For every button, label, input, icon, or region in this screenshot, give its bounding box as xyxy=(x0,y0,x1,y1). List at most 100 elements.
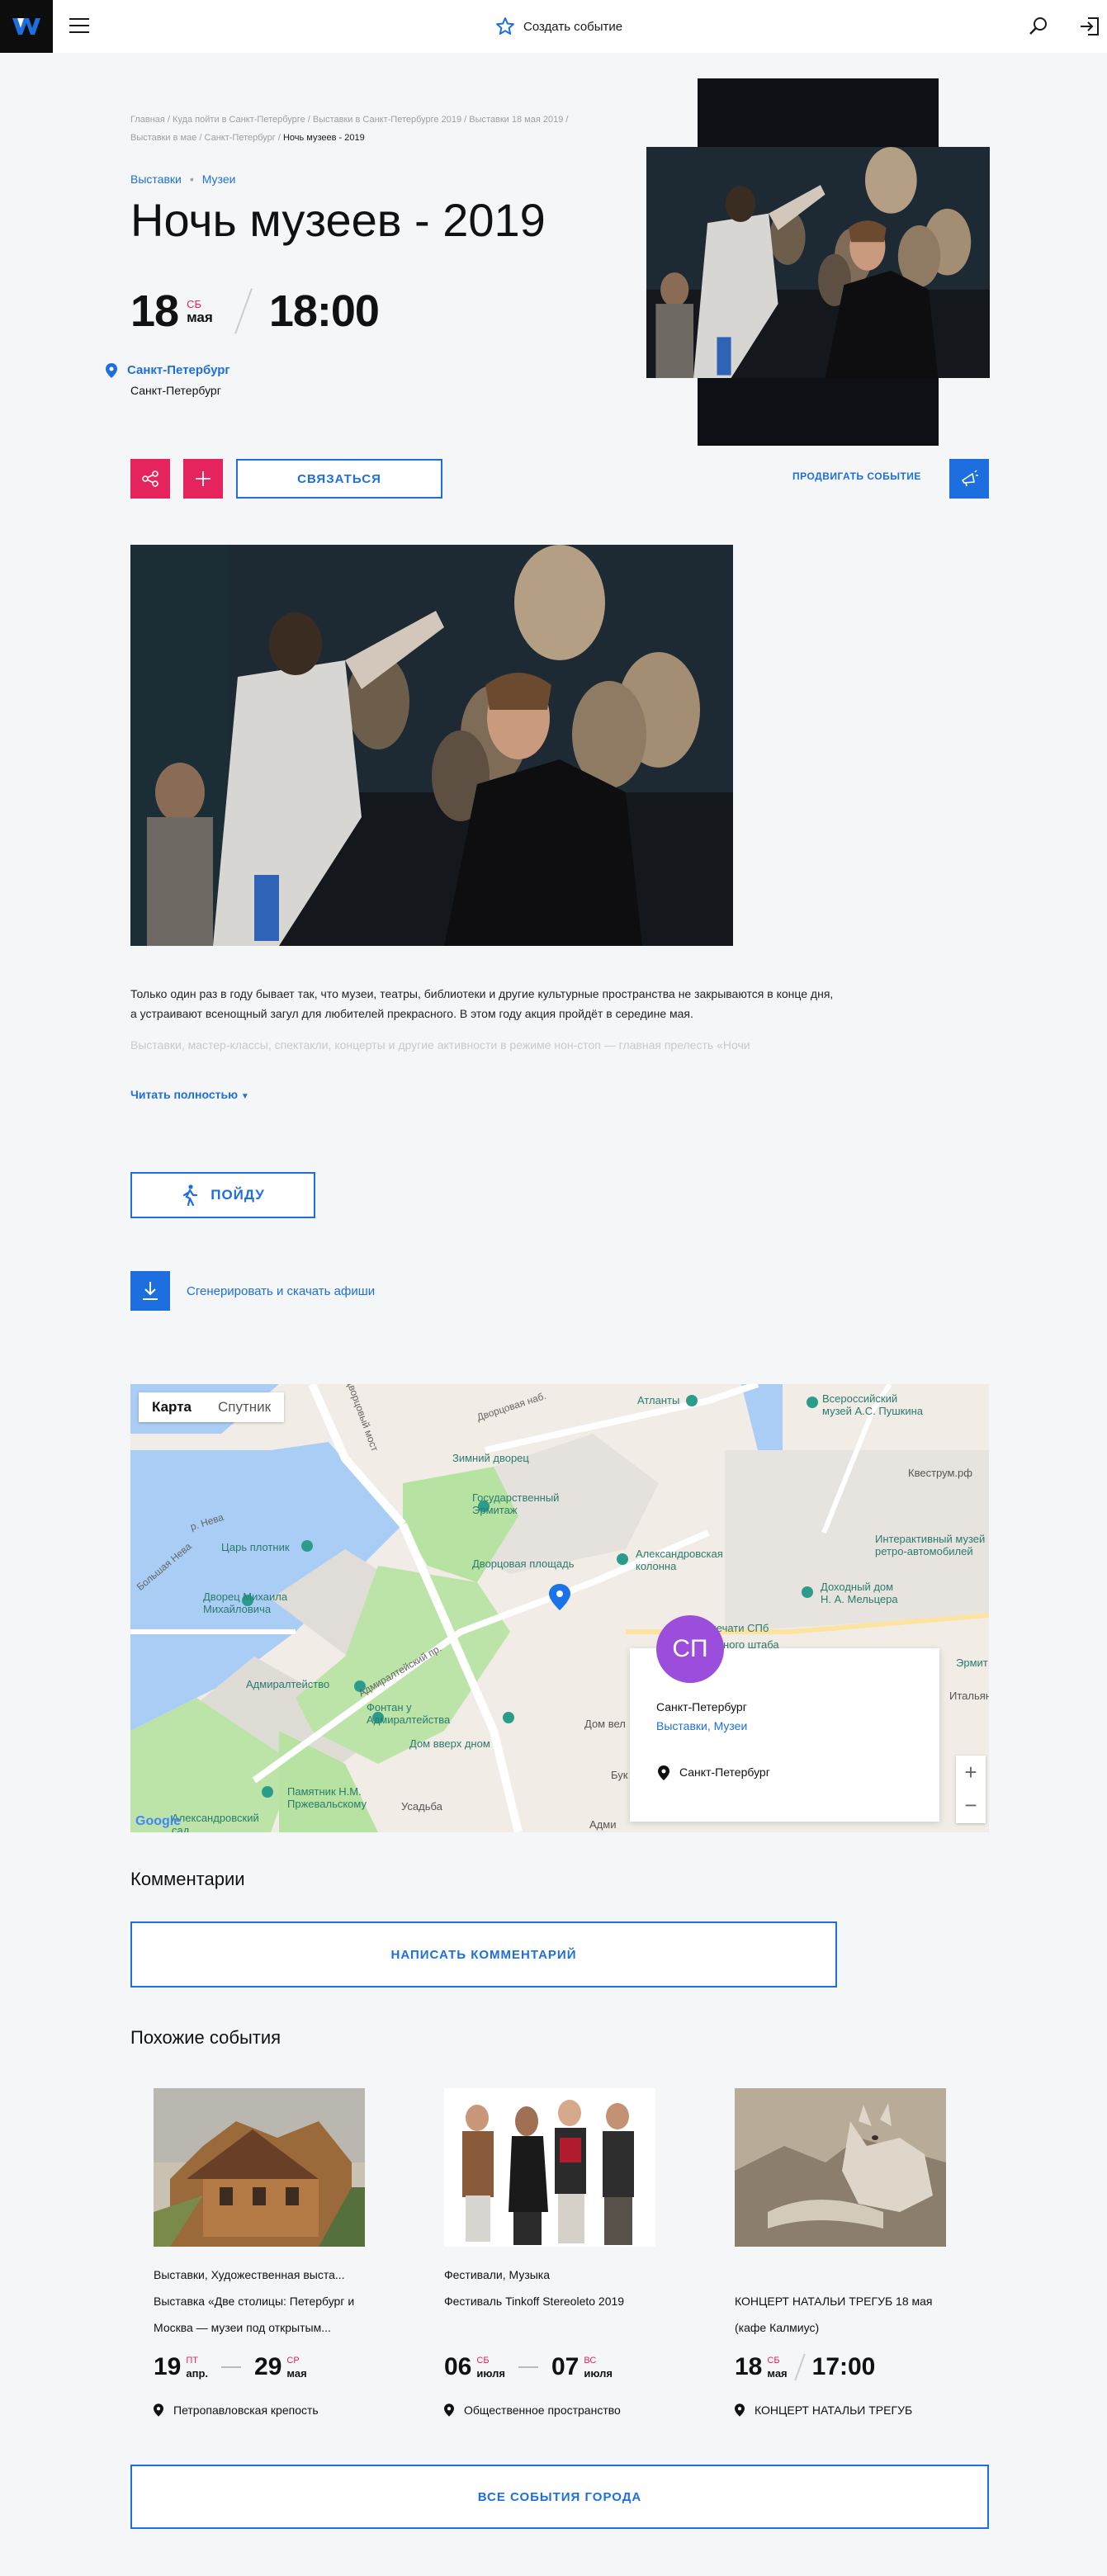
top-bar: Создать событие xyxy=(0,0,1107,53)
similar-event-place-label: КОНЦЕРТ НАТАЛЬИ ТРЕГУБ xyxy=(755,2403,913,2417)
date-range-dash xyxy=(518,2366,538,2368)
similar-event-image[interactable] xyxy=(154,2088,365,2247)
map-label: Фонтан у Адмиралтейства xyxy=(367,1701,451,1726)
map-label: Дворцовая площадь xyxy=(472,1557,575,1570)
zoom-out-button[interactable]: − xyxy=(956,1789,986,1822)
event-tags: Выставки • Музеи xyxy=(130,173,235,186)
breadcrumb-current: Ночь музеев - 2019 xyxy=(282,133,365,143)
similar-event-card[interactable]: Фестивали, Музыка Фестиваль Tinkoff Ster… xyxy=(444,2088,659,2417)
search-icon[interactable] xyxy=(1027,15,1050,38)
map-label: Адмиралтейство xyxy=(246,1678,330,1690)
breadcrumb-item[interactable]: Санкт-Петербург xyxy=(205,133,276,143)
google-logo[interactable]: Google xyxy=(135,1815,181,1828)
map-label: Зимний дворец xyxy=(452,1452,529,1464)
breadcrumb-item[interactable]: Куда пойти в Санкт-Петербурге xyxy=(173,115,305,125)
date-month: мая xyxy=(286,2367,307,2380)
breadcrumb: Главная / Куда пойти в Санкт-Петербурге … xyxy=(130,111,593,147)
event-day: 18 xyxy=(130,286,179,336)
date-weekday-month: СБ мая xyxy=(767,2354,787,2380)
drawing-image xyxy=(735,2088,946,2247)
contact-button[interactable]: СВЯЗАТЬСЯ xyxy=(236,459,442,499)
star-icon xyxy=(496,17,514,35)
promote-event-link[interactable]: ПРОДВИГАТЬ СОБЫТИЕ xyxy=(792,470,921,482)
similar-event-card[interactable]: КОНЦЕРТ НАТАЛЬИ ТРЕГУБ 18 мая (кафе Калм… xyxy=(735,2088,949,2417)
similar-event-category: Фестивали, Музыка xyxy=(444,2268,551,2281)
comments-heading: Комментарии xyxy=(130,1869,245,1889)
event-photo-thumbnail[interactable] xyxy=(646,147,990,378)
breadcrumb-item[interactable]: Выставки в мае xyxy=(130,133,196,143)
date-day: 29 xyxy=(254,2353,282,2380)
date-day: 06 xyxy=(444,2353,472,2380)
similar-event-place: Петропавловская крепость xyxy=(154,2403,368,2417)
similar-event-dates: 18 СБ мая 17:00 xyxy=(735,2349,949,2385)
similar-event-category: Выставки, Художественная выста... xyxy=(154,2268,345,2281)
tag-link[interactable]: Музеи xyxy=(202,173,236,186)
date-weekday-month: ВС июля xyxy=(584,2354,613,2380)
event-time: 18:00 xyxy=(268,286,380,336)
create-event-link[interactable]: Создать событие xyxy=(495,15,622,38)
map-card-title: Санкт-Петербург xyxy=(656,1700,747,1713)
map-type-satellite-button[interactable]: Спутник xyxy=(205,1392,284,1422)
similar-event-image[interactable] xyxy=(444,2088,655,2247)
similar-event-card[interactable]: Выставки, Художественная выста... Выстав… xyxy=(154,2088,368,2417)
breadcrumb-sep: / xyxy=(563,115,569,125)
similar-events-heading: Похожие события xyxy=(130,2027,281,2048)
map-type-map-button[interactable]: Карта xyxy=(139,1392,205,1422)
map-label: Усадьба xyxy=(401,1800,442,1813)
similar-event-title[interactable]: Фестиваль Tinkoff Stereoleto 2019 xyxy=(444,2288,660,2314)
date-month: мая xyxy=(767,2367,788,2380)
breadcrumb-item[interactable]: Главная xyxy=(130,115,165,125)
date-month: июля xyxy=(476,2367,505,2380)
read-more-link[interactable]: Читать полностью ▼ xyxy=(130,1088,249,1101)
promote-button[interactable] xyxy=(949,459,989,499)
download-poster-button[interactable] xyxy=(130,1271,170,1311)
map-label: Дом вверх дном xyxy=(409,1737,490,1750)
date-weekday-month: СБ июля xyxy=(476,2354,505,2380)
map-label: Итальянская xyxy=(949,1690,989,1702)
login-icon[interactable] xyxy=(1078,15,1101,38)
painting-image xyxy=(154,2088,365,2247)
all-city-events-button[interactable]: ВСЕ СОБЫТИЯ ГОРОДА xyxy=(130,2465,989,2529)
location-pin-icon xyxy=(106,363,117,378)
map-info-card: СП Санкт-Петербург Выставки, Музеи Санкт… xyxy=(630,1615,939,1822)
add-button[interactable] xyxy=(183,459,223,499)
create-event-label: Создать событие xyxy=(523,19,623,34)
share-button[interactable] xyxy=(130,459,170,499)
similar-event-place-label: Общественное пространство xyxy=(464,2403,621,2417)
event-city-link[interactable]: Санкт-Петербург xyxy=(127,363,230,377)
breadcrumb-item[interactable]: Выставки в Санкт-Петербурге 2019 xyxy=(313,115,461,125)
zoom-in-button[interactable]: + xyxy=(956,1756,986,1789)
event-description: Только один раз в году бывает так, что м… xyxy=(130,984,840,1055)
similar-event-title[interactable]: КОНЦЕРТ НАТАЛЬИ ТРЕГУБ 18 мая (кафе Калм… xyxy=(735,2288,951,2341)
event-main-photo[interactable] xyxy=(130,545,733,946)
tag-link[interactable]: Выставки xyxy=(130,173,182,186)
menu-burger-icon[interactable] xyxy=(69,18,89,35)
location-pin-icon xyxy=(658,1765,669,1780)
date-day: 07 xyxy=(551,2353,580,2380)
breadcrumb-sep: / xyxy=(305,115,313,125)
map-label: Дом вел xyxy=(584,1718,626,1730)
site-logo[interactable] xyxy=(0,0,53,53)
map-label: Доходный дом Н. А. Мельцера xyxy=(821,1581,898,1605)
event-map[interactable]: Карта Спутник Атланты Всероссийский музе… xyxy=(130,1384,989,1832)
tag-dot: • xyxy=(189,173,194,186)
similar-event-image[interactable] xyxy=(735,2088,946,2247)
date-divider xyxy=(793,2353,806,2381)
chevron-down-icon: ▼ xyxy=(240,1092,249,1101)
museum-photo-image xyxy=(646,147,990,378)
similar-event-title[interactable]: Выставка «Две столицы: Петербург и Москв… xyxy=(154,2288,370,2341)
breadcrumb-sep: / xyxy=(196,133,205,143)
museum-photo-image xyxy=(130,545,733,946)
date-day: 18 xyxy=(735,2353,763,2380)
date-month: апр. xyxy=(186,2367,209,2380)
map-card-address: Санкт-Петербург xyxy=(679,1765,770,1779)
go-button[interactable]: ПОЙДУ xyxy=(130,1172,315,1218)
breadcrumb-item[interactable]: Выставки 18 мая 2019 xyxy=(469,115,563,125)
date-month: июля xyxy=(584,2367,613,2380)
download-poster-link[interactable]: Сгенерировать и скачать афиши xyxy=(187,1284,375,1298)
map-label: Дворец Михаила Михайловича xyxy=(203,1591,288,1615)
similar-event-dates: 19 ПТ апр. 29 СР мая xyxy=(154,2349,368,2385)
write-comment-button[interactable]: НАПИСАТЬ КОММЕНТАРИЙ xyxy=(130,1921,837,1988)
map-card-tags[interactable]: Выставки, Музеи xyxy=(656,1719,747,1732)
location-pin-icon xyxy=(444,2403,454,2417)
